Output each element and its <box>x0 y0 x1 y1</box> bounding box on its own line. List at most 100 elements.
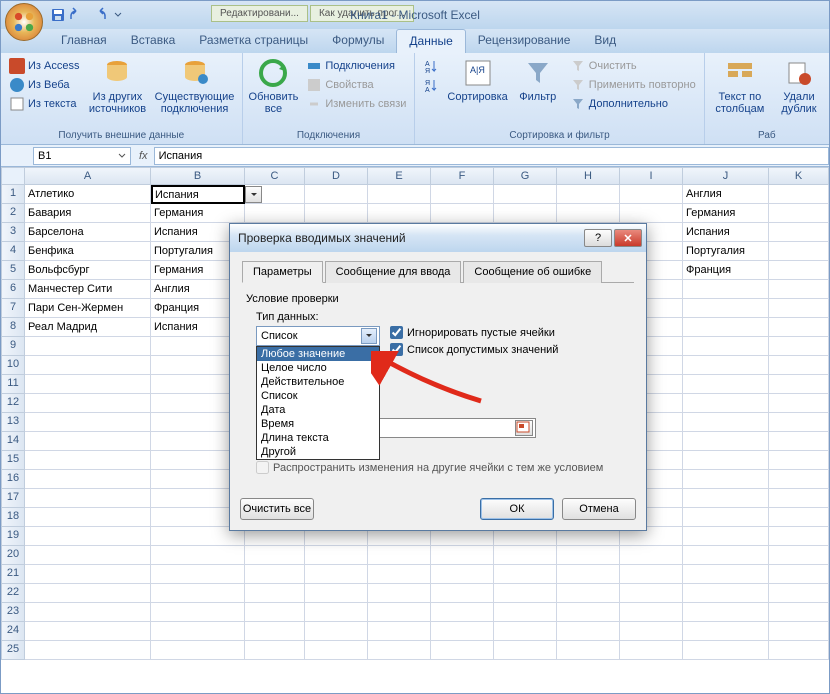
row-header[interactable]: 24 <box>1 622 25 641</box>
column-header[interactable]: D <box>305 167 368 185</box>
cell[interactable] <box>245 546 305 565</box>
cell[interactable] <box>245 603 305 622</box>
cell[interactable] <box>305 641 368 660</box>
cell[interactable] <box>620 204 683 223</box>
cell[interactable] <box>769 261 829 280</box>
row-header[interactable]: 18 <box>1 508 25 527</box>
clear-all-button[interactable]: Очистить все <box>240 498 314 520</box>
cell[interactable] <box>25 432 151 451</box>
cell[interactable] <box>245 641 305 660</box>
cell[interactable] <box>245 622 305 641</box>
sort-desc-button[interactable]: ЯA <box>421 76 441 94</box>
cell[interactable] <box>620 546 683 565</box>
column-header[interactable]: C <box>245 167 305 185</box>
cell[interactable] <box>305 546 368 565</box>
cell[interactable] <box>25 641 151 660</box>
bg-tab[interactable]: Редактировани... <box>211 5 308 22</box>
cell[interactable] <box>151 622 245 641</box>
cell[interactable] <box>769 641 829 660</box>
column-header[interactable]: K <box>769 167 829 185</box>
from-text-button[interactable]: Из текста <box>7 95 81 113</box>
ribbon-tab-разметка страницы[interactable]: Разметка страницы <box>187 29 320 53</box>
row-header[interactable]: 6 <box>1 280 25 299</box>
text-to-columns-button[interactable]: Текст по столбцам <box>711 57 769 115</box>
tab-error-alert[interactable]: Сообщение об ошибке <box>463 261 602 283</box>
cell[interactable] <box>368 546 431 565</box>
ribbon-tab-главная[interactable]: Главная <box>49 29 119 53</box>
cell[interactable] <box>769 489 829 508</box>
reapply-button[interactable]: Применить повторно <box>568 76 698 94</box>
cell[interactable] <box>620 603 683 622</box>
cell[interactable] <box>305 185 368 204</box>
dialog-close-button[interactable]: ✕ <box>614 229 642 247</box>
redo-icon[interactable] <box>89 6 107 24</box>
connections-button[interactable]: Подключения <box>304 57 408 75</box>
cell[interactable] <box>557 603 620 622</box>
cell[interactable]: Атлетико <box>25 185 151 204</box>
cell[interactable] <box>245 204 305 223</box>
cell[interactable] <box>151 584 245 603</box>
cell[interactable] <box>431 185 494 204</box>
remove-duplicates-button[interactable]: Удали дублик <box>775 57 823 115</box>
ribbon-tab-вставка[interactable]: Вставка <box>119 29 188 53</box>
cell[interactable] <box>25 337 151 356</box>
cell[interactable] <box>25 375 151 394</box>
cell[interactable] <box>557 584 620 603</box>
cell[interactable] <box>683 432 769 451</box>
cell[interactable] <box>151 603 245 622</box>
cell[interactable] <box>769 242 829 261</box>
row-header[interactable]: 3 <box>1 223 25 242</box>
row-header[interactable]: 16 <box>1 470 25 489</box>
filter-button[interactable]: Фильтр <box>514 57 562 103</box>
cell[interactable] <box>683 375 769 394</box>
cell[interactable]: Испания <box>683 223 769 242</box>
sort-button[interactable]: A|ЯСортировка <box>447 57 507 103</box>
cell[interactable] <box>25 394 151 413</box>
cell[interactable] <box>769 508 829 527</box>
cell[interactable] <box>431 584 494 603</box>
cell[interactable] <box>494 641 557 660</box>
column-header[interactable]: G <box>494 167 557 185</box>
cell[interactable] <box>557 622 620 641</box>
cell[interactable] <box>683 470 769 489</box>
cell[interactable] <box>151 546 245 565</box>
cell[interactable] <box>683 584 769 603</box>
select-all-corner[interactable] <box>1 167 25 185</box>
cell[interactable] <box>25 603 151 622</box>
office-button[interactable] <box>5 3 43 41</box>
cell[interactable] <box>431 641 494 660</box>
cell[interactable] <box>557 185 620 204</box>
in-cell-dropdown-checkbox[interactable]: Список допустимых значений <box>390 343 558 356</box>
ribbon-tab-формулы[interactable]: Формулы <box>320 29 396 53</box>
cell[interactable] <box>769 318 829 337</box>
sort-asc-button[interactable]: AЯ <box>421 57 441 75</box>
row-header[interactable]: 4 <box>1 242 25 261</box>
select-option[interactable]: Длина текста <box>257 431 379 445</box>
cell[interactable]: Реал Мадрид <box>25 318 151 337</box>
cell[interactable] <box>620 641 683 660</box>
cell[interactable] <box>25 584 151 603</box>
cell[interactable] <box>683 603 769 622</box>
row-header[interactable]: 14 <box>1 432 25 451</box>
formula-input[interactable]: Испания <box>154 147 829 165</box>
cell[interactable] <box>769 451 829 470</box>
cell[interactable]: Германия <box>151 204 245 223</box>
cell[interactable] <box>431 622 494 641</box>
row-header[interactable]: 23 <box>1 603 25 622</box>
cell[interactable] <box>25 565 151 584</box>
cell[interactable] <box>683 546 769 565</box>
cell[interactable] <box>683 489 769 508</box>
select-option[interactable]: Любое значение <box>257 347 379 361</box>
ribbon-tab-данные[interactable]: Данные <box>396 29 465 53</box>
cell[interactable] <box>683 622 769 641</box>
cell[interactable] <box>620 584 683 603</box>
cell[interactable] <box>557 204 620 223</box>
row-header[interactable]: 1 <box>1 185 25 204</box>
cell[interactable] <box>25 413 151 432</box>
cell[interactable] <box>683 318 769 337</box>
cell[interactable] <box>25 489 151 508</box>
cell[interactable] <box>769 622 829 641</box>
cell[interactable] <box>494 584 557 603</box>
cell[interactable] <box>683 527 769 546</box>
cell[interactable] <box>683 280 769 299</box>
